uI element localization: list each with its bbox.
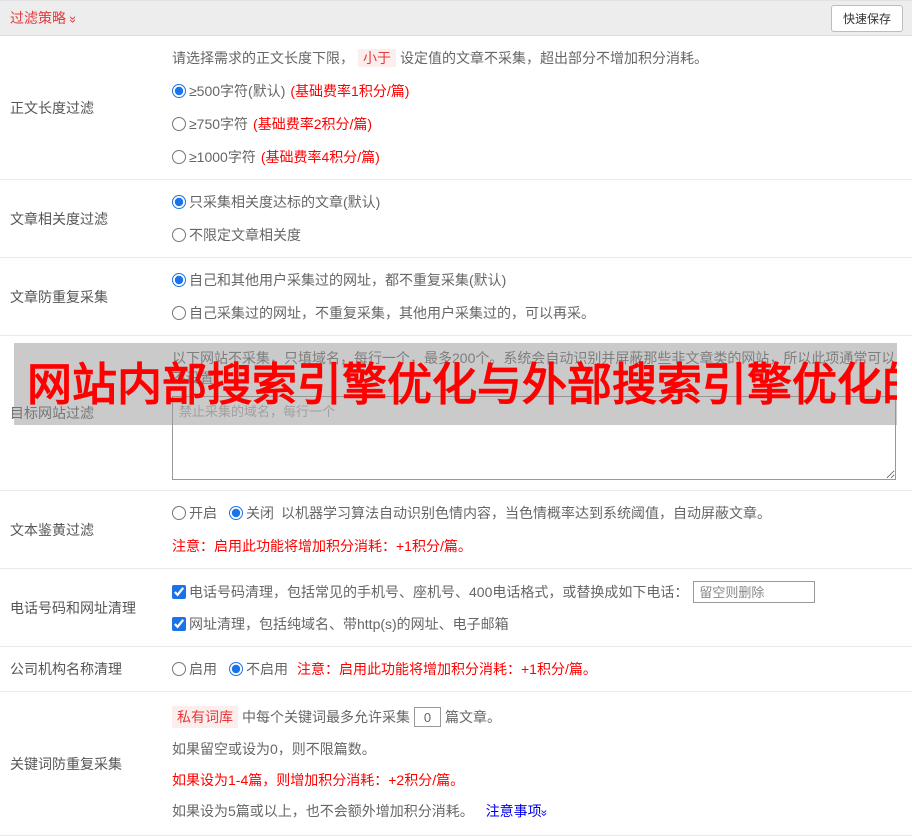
option-label: ≥1000字符 [189, 149, 256, 165]
row-label: 文本鉴黄过滤 [10, 521, 94, 538]
length-option-500[interactable]: ≥500字符(默认) (基础费率1积分/篇) [172, 81, 904, 101]
relevance-any-radio[interactable] [172, 228, 186, 242]
length-option-1000[interactable]: ≥1000字符 (基础费率4积分/篇) [172, 147, 904, 167]
phone-clean-checkbox[interactable] [172, 585, 186, 599]
keyword-limit-text: 中每个关键词最多允许采集 [242, 709, 410, 725]
row-label: 文章防重复采集 [10, 288, 108, 305]
row-label: 正文长度过滤 [10, 99, 94, 116]
row-porn-filter: 文本鉴黄过滤 开启 关闭 以机器学习算法自动识别色情内容，当色情概率达到系统阈值… [0, 491, 912, 569]
keyword-limit-input[interactable] [414, 707, 441, 727]
desc-text: 设定值的文章不采集，超出部分不增加积分消耗。 [400, 50, 708, 66]
keyword-limit-line: 私有词库 中每个关键词最多允许采集 篇文章。 [172, 706, 904, 728]
dedup-global-radio[interactable] [172, 273, 186, 287]
relevance-option-any[interactable]: 不限定文章相关度 [172, 225, 904, 245]
desc-text: 请选择需求的正文长度下限， [172, 50, 354, 66]
keyword-note-1-4: 如果设为1-4篇，则增加积分消耗：+2积分/篇。 [172, 772, 465, 788]
keyword-limit-suffix: 篇文章。 [445, 709, 501, 725]
option-label: 启用 [189, 661, 217, 677]
length-750-radio[interactable] [172, 117, 186, 131]
porn-on-radio[interactable] [172, 506, 186, 520]
option-label: ≥500字符(默认) [189, 83, 286, 99]
dedup-option-global[interactable]: 自己和其他用户采集过的网址，都不重复采集(默认) [172, 270, 904, 290]
row-label: 电话号码和网址清理 [10, 599, 136, 616]
option-label: ≥750字符 [189, 116, 249, 132]
porn-off-radio[interactable] [229, 506, 243, 520]
company-clean-on-option[interactable]: 启用 [172, 659, 217, 679]
option-label: 不限定文章相关度 [189, 227, 301, 243]
quick-save-button[interactable]: 快速保存 [830, 4, 903, 32]
site-filter-desc: 以下网站不采集，只填域名，每行一个，最多200个。系统会自动识别并屏蔽那些非文章… [172, 350, 896, 386]
row-phone-url-clean: 电话号码和网址清理 电话号码清理，包括常见的手机号、座机号、400电话格式，或替… [0, 569, 912, 647]
row-label: 目标网站过滤 [10, 405, 94, 421]
chevron-double-down-icon: » [537, 809, 552, 815]
less-than-badge: 小于 [358, 49, 396, 67]
option-label: 电话号码清理，包括常见的手机号、座机号、400电话格式，或替换成如下电话： [189, 584, 689, 600]
relevance-strict-radio[interactable] [172, 195, 186, 209]
note-text: 如果设为5篇或以上，也不会额外增加积分消耗。 [172, 803, 474, 819]
row-site-filter: 目标网站过滤 以下网站不采集，只填域名，每行一个，最多200个。系统会自动识别并… [0, 336, 912, 491]
topbar: 过滤策略 » 快速保存 [0, 0, 912, 36]
option-label: 只采集相关度达标的文章(默认) [189, 194, 381, 210]
option-label: 网址清理，包括纯域名、带http(s)的网址、电子邮箱 [189, 616, 509, 632]
keyword-note-5plus: 如果设为5篇或以上，也不会额外增加积分消耗。 注意事项» [172, 801, 904, 821]
company-clean-on-radio[interactable] [172, 662, 186, 676]
row-relevance-filter: 文章相关度过滤 只采集相关度达标的文章(默认) 不限定文章相关度 [0, 180, 912, 258]
length-1000-radio[interactable] [172, 150, 186, 164]
dedup-option-self[interactable]: 自己采集过的网址，不重复采集，其他用户采集过的，可以再采。 [172, 303, 904, 323]
option-label: 自己采集过的网址，不重复采集，其他用户采集过的，可以再采。 [189, 305, 595, 321]
row-keyword-dedup: 关键词防重复采集 私有词库 中每个关键词最多允许采集 篇文章。 如果留空或设为0… [0, 692, 912, 836]
page-title[interactable]: 过滤策略 [10, 8, 66, 28]
row-company-clean: 公司机构名称清理 启用 不启用 注意：启用此功能将增加积分消耗：+1积分/篇。 [0, 647, 912, 692]
option-label: 自己和其他用户采集过的网址，都不重复采集(默认) [189, 272, 507, 288]
porn-off-option[interactable]: 关闭 [229, 503, 274, 523]
row-dedup-filter: 文章防重复采集 自己和其他用户采集过的网址，都不重复采集(默认) 自己采集过的网… [0, 258, 912, 336]
row-label: 公司机构名称清理 [10, 661, 122, 677]
row-label: 关键词防重复采集 [10, 755, 122, 772]
blocked-sites-textarea[interactable] [172, 396, 896, 480]
relevance-option-strict[interactable]: 只采集相关度达标的文章(默认) [172, 192, 904, 212]
url-clean-option[interactable]: 网址清理，包括纯域名、带http(s)的网址、电子邮箱 [172, 614, 904, 634]
length-filter-desc: 请选择需求的正文长度下限， 小于 设定值的文章不采集，超出部分不增加积分消耗。 [172, 48, 904, 68]
private-lexicon-badge: 私有词库 [172, 706, 238, 728]
company-clean-note: 注意：启用此功能将增加积分消耗：+1积分/篇。 [297, 661, 597, 677]
company-clean-off-radio[interactable] [229, 662, 243, 676]
url-clean-checkbox[interactable] [172, 617, 186, 631]
option-label: 不启用 [246, 661, 288, 677]
option-label: 开启 [189, 505, 217, 521]
company-clean-off-option[interactable]: 不启用 [229, 659, 288, 679]
row-length-filter: 正文长度过滤 请选择需求的正文长度下限， 小于 设定值的文章不采集，超出部分不增加积… [0, 36, 912, 180]
keyword-note-zero: 如果留空或设为0，则不限篇数。 [172, 741, 376, 757]
porn-filter-desc: 以机器学习算法自动识别色情内容，当色情概率达到系统阈值，自动屏蔽文章。 [281, 505, 771, 521]
notice-link[interactable]: 注意事项 [486, 803, 542, 819]
fee-note: (基础费率2积分/篇) [253, 116, 373, 132]
length-500-radio[interactable] [172, 84, 186, 98]
option-label: 关闭 [246, 505, 274, 521]
length-option-750[interactable]: ≥750字符 (基础费率2积分/篇) [172, 114, 904, 134]
fee-note: (基础费率1积分/篇) [290, 83, 410, 99]
porn-filter-note: 注意：启用此功能将增加积分消耗：+1积分/篇。 [172, 538, 472, 554]
replacement-phone-input[interactable] [693, 581, 816, 603]
fee-note: (基础费率4积分/篇) [260, 149, 380, 165]
dedup-self-radio[interactable] [172, 306, 186, 320]
porn-on-option[interactable]: 开启 [172, 503, 217, 523]
phone-clean-option: 电话号码清理，包括常见的手机号、座机号、400电话格式，或替换成如下电话： [172, 581, 904, 603]
chevron-double-down-icon: » [66, 15, 82, 21]
row-label: 文章相关度过滤 [10, 210, 108, 227]
